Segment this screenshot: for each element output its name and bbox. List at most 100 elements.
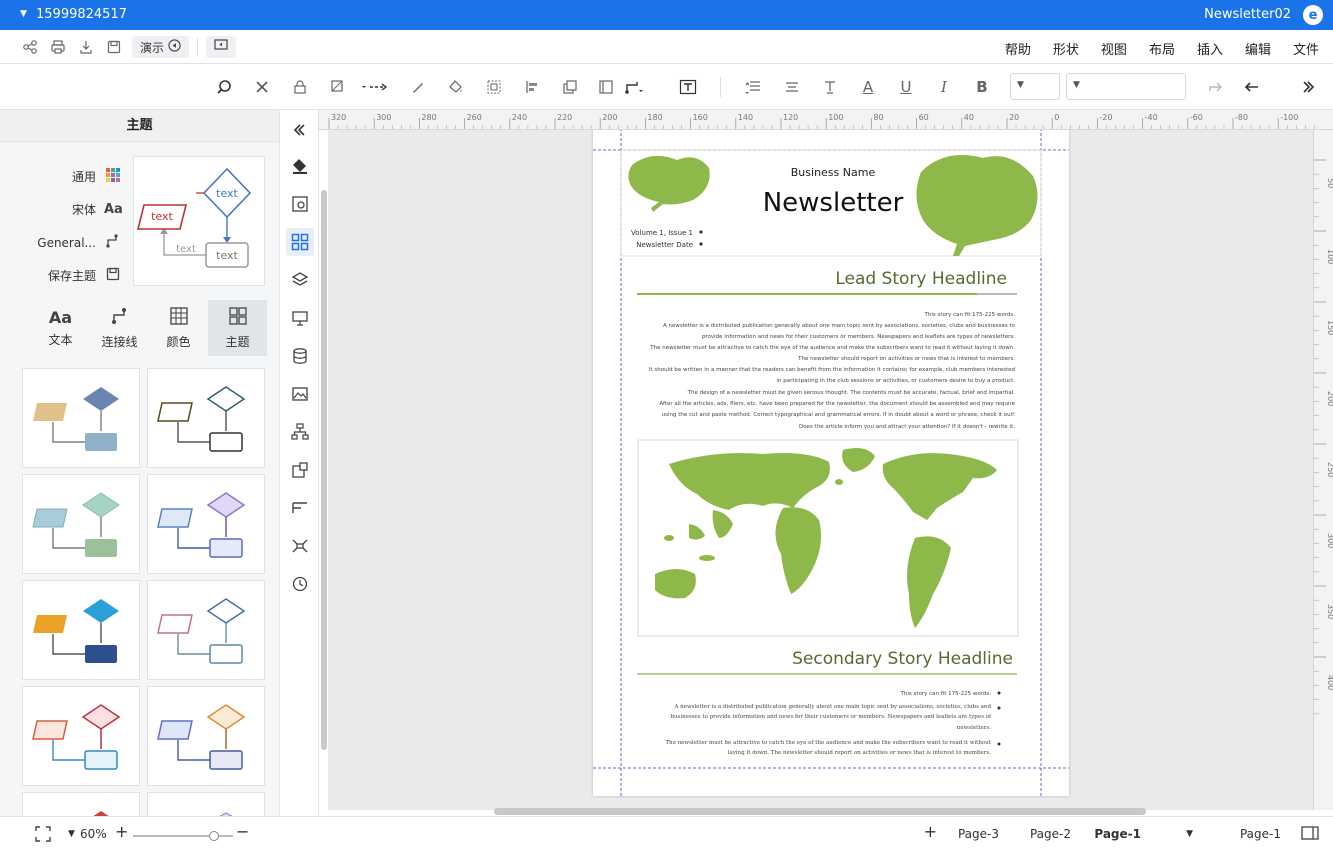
menu-file[interactable]: 文件	[1293, 39, 1319, 58]
database-icon[interactable]	[286, 342, 314, 370]
page-select-caret-icon[interactable]: ▼	[1186, 829, 1193, 839]
screen-present-button[interactable]	[206, 36, 237, 58]
theme-tile[interactable]	[147, 580, 265, 680]
line-style-icon[interactable]	[359, 76, 389, 98]
theme-option-save[interactable]: 保存主题	[26, 259, 122, 292]
tab-color[interactable]: 颜色	[149, 300, 208, 356]
theme-tile[interactable]	[22, 792, 140, 816]
menu-layout[interactable]: 布局	[1149, 39, 1175, 58]
search-icon[interactable]	[213, 76, 235, 98]
bold-icon[interactable]: B	[971, 76, 993, 98]
page-tab-3[interactable]: Page-3	[958, 827, 999, 841]
menu-edit[interactable]: 编辑	[1245, 39, 1271, 58]
page-select-value[interactable]: Page-1	[1240, 827, 1281, 841]
tools-icon[interactable]	[251, 76, 273, 98]
fit-page-icon[interactable]	[35, 826, 51, 845]
zoom-in-icon[interactable]: +	[115, 822, 128, 841]
export-icon[interactable]	[76, 37, 96, 57]
business-name[interactable]: Business Name	[791, 166, 876, 179]
app-logo-icon[interactable]: e	[1303, 5, 1323, 25]
world-map[interactable]	[655, 448, 997, 628]
align-shapes-icon[interactable]	[521, 76, 543, 98]
add-page-icon[interactable]: +	[924, 822, 937, 841]
presentation-icon[interactable]	[286, 304, 314, 332]
drawing-canvas[interactable]: Business Name Newsletter Volume 1, Issue…	[328, 130, 1313, 810]
shape-size-icon[interactable]	[595, 76, 617, 98]
zoom-dropdown-icon[interactable]: ▼	[68, 829, 75, 839]
menu-help[interactable]: 帮助	[1005, 39, 1031, 58]
zoom-out-icon[interactable]: −	[236, 822, 249, 841]
theme-tile[interactable]	[22, 474, 140, 574]
tab-connector[interactable]: 连接线	[90, 300, 149, 356]
ginkgo-leaf-large[interactable]	[916, 155, 1038, 256]
icon-bar-scrollbar[interactable]	[321, 190, 327, 750]
underline-icon[interactable]: U	[895, 76, 917, 98]
page-tab-2[interactable]: Page-2	[1030, 827, 1071, 841]
newsletter-date[interactable]: Newsletter Date	[636, 241, 693, 249]
image-icon[interactable]	[286, 380, 314, 408]
theme-tile[interactable]	[147, 686, 265, 786]
theme-tile[interactable]	[147, 368, 265, 468]
shape-library-icon[interactable]	[286, 456, 314, 484]
secondary-headline[interactable]: Secondary Story Headline	[792, 649, 1013, 669]
theme-grid-icon[interactable]	[286, 228, 314, 256]
collapse-panel-icon[interactable]	[286, 116, 314, 144]
fill-icon[interactable]	[445, 76, 467, 98]
text-style-icon[interactable]	[819, 76, 841, 98]
undo-icon[interactable]	[1205, 76, 1227, 98]
align-icon[interactable]	[781, 76, 803, 98]
line-spacing-icon[interactable]	[743, 76, 765, 98]
connector-icon[interactable]	[623, 76, 645, 98]
theme-option-general[interactable]: 通用	[26, 160, 122, 193]
theme-tile[interactable]	[22, 368, 140, 468]
ginkgo-leaf-small[interactable]	[628, 155, 710, 212]
theme-tile[interactable]	[22, 686, 140, 786]
zoom-slider[interactable]	[133, 831, 233, 841]
history-icon[interactable]	[286, 570, 314, 598]
menu-shape[interactable]: 形状	[1053, 39, 1079, 58]
present-button[interactable]: 演示	[132, 36, 190, 58]
font-size-select[interactable]: ▼	[1010, 73, 1060, 100]
tab-text[interactable]: Aa 文本	[31, 300, 90, 356]
group-icon[interactable]	[483, 76, 505, 98]
text-box-icon[interactable]	[677, 76, 699, 98]
newsletter-title[interactable]: Newsletter	[763, 188, 904, 218]
mindmap-icon[interactable]	[286, 532, 314, 560]
theme-tile[interactable]	[147, 474, 265, 574]
collapse-toolbar-icon[interactable]	[1297, 76, 1319, 98]
italic-icon[interactable]: I	[933, 76, 955, 98]
horizontal-scrollbar[interactable]	[494, 808, 1146, 815]
lock-icon[interactable]	[289, 76, 311, 98]
account-name[interactable]: 15999824517	[36, 7, 127, 22]
volume-issue[interactable]: Volume 1, Issue 1	[631, 229, 693, 237]
timeline-icon[interactable]	[286, 494, 314, 522]
page-panel-icon[interactable]	[1301, 826, 1319, 843]
menu-insert[interactable]: 插入	[1197, 39, 1223, 58]
fill-bucket-icon[interactable]	[286, 152, 314, 180]
theme-option-font[interactable]: 宋体 Aa	[26, 193, 123, 226]
font-color-icon[interactable]: A	[857, 76, 879, 98]
theme-tile[interactable]	[22, 580, 140, 680]
save-icon[interactable]	[104, 37, 124, 57]
newsletter-page[interactable]: Business Name Newsletter Volume 1, Issue…	[593, 130, 1069, 796]
theme-tile[interactable]	[147, 792, 265, 816]
style-settings-icon[interactable]	[286, 190, 314, 218]
print-icon[interactable]	[48, 37, 68, 57]
page-tab-1[interactable]: Page-1	[1094, 827, 1141, 841]
share-icon[interactable]	[20, 37, 40, 57]
tab-theme[interactable]: 主题	[208, 300, 267, 356]
line-color-icon[interactable]	[407, 76, 429, 98]
account-dropdown-icon[interactable]: ▼	[20, 9, 27, 19]
layers-icon[interactable]	[286, 266, 314, 294]
zoom-slider-thumb[interactable]	[209, 831, 219, 841]
menu-view[interactable]: 视图	[1101, 39, 1127, 58]
arrange-icon[interactable]	[559, 76, 581, 98]
org-chart-icon[interactable]	[286, 418, 314, 446]
zoom-level[interactable]: 60%	[80, 827, 107, 841]
font-family-select[interactable]: ▼	[1066, 73, 1186, 100]
theme-option-connector[interactable]: General...	[26, 226, 122, 259]
redo-icon[interactable]	[1241, 76, 1263, 98]
theme-preview[interactable]: text text text text	[133, 156, 265, 286]
lead-headline[interactable]: Lead Story Headline	[835, 269, 1007, 289]
shadow-icon[interactable]	[327, 76, 349, 98]
